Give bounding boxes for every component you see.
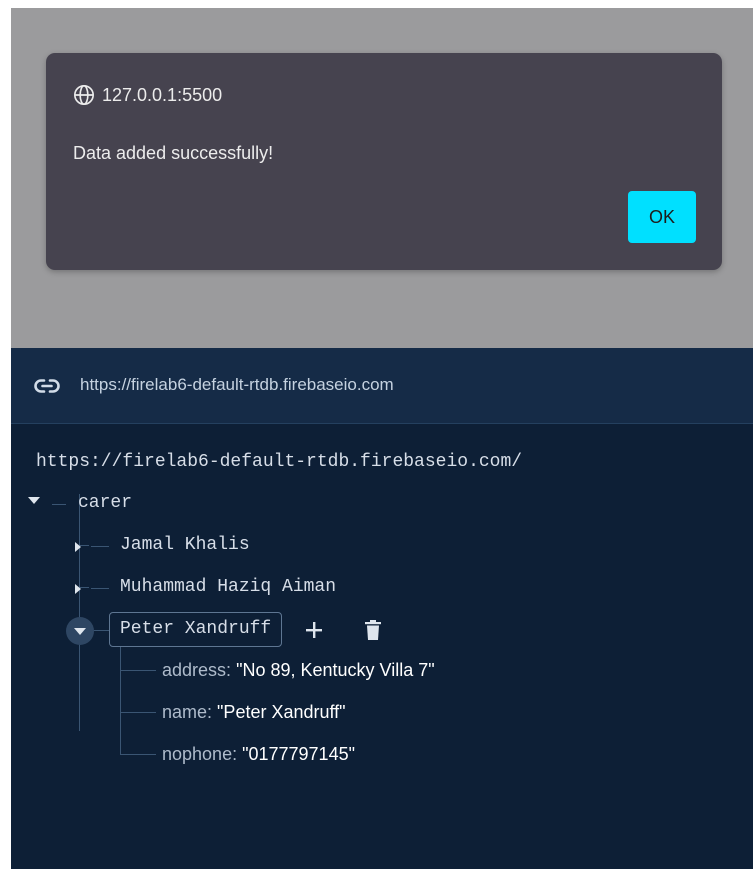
- link-icon: [34, 379, 60, 393]
- tree-line: [120, 712, 156, 713]
- tree-line: [120, 647, 121, 754]
- database-url-bar: https://firelab6-default-rtdb.firebaseio…: [11, 348, 753, 424]
- collapse-caret-icon[interactable]: [75, 584, 81, 594]
- ok-button[interactable]: OK: [628, 191, 696, 243]
- tree-node-muhammad-haziq-aiman[interactable]: Muhammad Haziq Aiman: [120, 577, 336, 597]
- dialog-message: Data added successfully!: [73, 143, 274, 163]
- delete-icon[interactable]: [363, 619, 383, 641]
- expand-caret-icon: [74, 628, 86, 635]
- tree-node-peter-xandruff[interactable]: Peter Xandruff: [120, 619, 271, 639]
- dialog-origin: 127.0.0.1:5500: [73, 83, 222, 107]
- tree-line: [120, 670, 156, 671]
- property-separator: :: [226, 660, 237, 680]
- collapse-caret-icon[interactable]: [75, 542, 81, 552]
- property-key: name: [162, 702, 208, 722]
- property-value[interactable]: "Peter Xandruff": [217, 702, 346, 722]
- property-row[interactable]: nophone: "0177797145": [162, 744, 355, 765]
- property-value[interactable]: "No 89, Kentucky Villa 7": [236, 660, 435, 680]
- expanded-toggle[interactable]: [66, 617, 94, 645]
- property-separator: :: [207, 702, 218, 722]
- tree-node-carer[interactable]: carer: [78, 493, 132, 513]
- tree-line: [91, 546, 109, 547]
- database-panel: https://firelab6-default-rtdb.firebaseio…: [11, 348, 753, 869]
- tree-line: [79, 494, 80, 731]
- root-url[interactable]: https://firelab6-default-rtdb.firebaseio…: [36, 452, 522, 472]
- database-url[interactable]: https://firelab6-default-rtdb.firebaseio…: [80, 375, 394, 395]
- property-key: address: [162, 660, 227, 680]
- alert-dialog: 127.0.0.1:5500 Data added successfully! …: [46, 53, 722, 270]
- property-value[interactable]: "0177797145": [242, 744, 355, 764]
- expand-caret-icon[interactable]: [28, 497, 40, 504]
- dialog-origin-text: 127.0.0.1:5500: [102, 84, 223, 105]
- tree-node-jamal-khalis[interactable]: Jamal Khalis: [120, 535, 250, 555]
- property-row[interactable]: name: "Peter Xandruff": [162, 702, 346, 723]
- tree-line: [52, 504, 66, 505]
- globe-icon: [74, 85, 94, 105]
- property-separator: :: [232, 744, 243, 764]
- property-row[interactable]: address: "No 89, Kentucky Villa 7": [162, 660, 435, 681]
- property-key: nophone: [162, 744, 233, 764]
- add-child-icon[interactable]: [304, 620, 324, 640]
- tree-line: [120, 754, 156, 755]
- tree-line: [91, 588, 109, 589]
